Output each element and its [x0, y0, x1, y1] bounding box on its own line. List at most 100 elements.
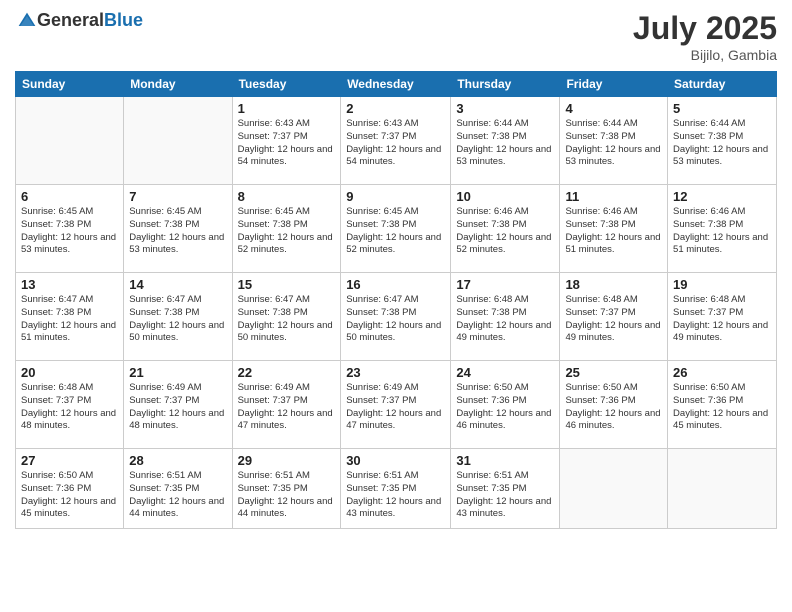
- table-row: 28Sunrise: 6:51 AM Sunset: 7:35 PM Dayli…: [124, 449, 232, 529]
- day-number: 30: [346, 453, 445, 468]
- table-row: 18 Sunrise: 6:48 AM Sunset: 7:37 PM Dayli…: [560, 273, 668, 361]
- table-row: 11 Sunrise: 6:46 AM Sunset: 7:38 PM Dayli…: [560, 185, 668, 273]
- col-thursday: Thursday: [451, 72, 560, 97]
- day-number: 3: [456, 101, 554, 116]
- day-number: 27: [21, 453, 118, 468]
- day-info: Sunrise: 6:46 AM Sunset: 7:38 PM Dayligh…: [565, 206, 662, 257]
- day-info: Sunrise: 6:45 AM Sunset: 7:38 PM Dayligh…: [21, 206, 118, 257]
- day-info: Sunrise: 6:51 AM Sunset: 7:35 PM Dayligh…: [456, 470, 554, 521]
- day-number: 20: [21, 365, 118, 380]
- day-info: Sunrise: 6:43 AM Sunset: 7:37 PM Dayligh…: [346, 118, 445, 169]
- day-number: 21: [129, 365, 226, 380]
- table-row: [668, 449, 777, 529]
- day-number: 1: [238, 101, 336, 116]
- day-info: Sunrise: 6:51 AM Sunset: 7:35 PM Dayligh…: [346, 470, 445, 521]
- table-row: 17 Sunrise: 6:48 AM Sunset: 7:38 PM Dayli…: [451, 273, 560, 361]
- logo-blue: Blue: [104, 10, 143, 31]
- day-number: 6: [21, 189, 118, 204]
- table-row: 8Sunrise: 6:45 AM Sunset: 7:38 PM Daylig…: [232, 185, 341, 273]
- logo: GeneralBlue: [15, 10, 143, 31]
- table-row: 23 Sunrise: 6:49 AM Sunset: 7:37 PM Dayli…: [341, 361, 451, 449]
- day-number: 25: [565, 365, 662, 380]
- day-number: 22: [238, 365, 336, 380]
- day-info: Sunrise: 6:45 AM Sunset: 7:38 PM Dayligh…: [129, 206, 226, 257]
- logo-icon: [17, 11, 37, 31]
- day-info: Sunrise: 6:48 AM Sunset: 7:38 PM Dayligh…: [456, 294, 554, 345]
- day-number: 26: [673, 365, 771, 380]
- day-info: Sunrise: 6:47 AM Sunset: 7:38 PM Dayligh…: [346, 294, 445, 345]
- day-info: Sunrise: 6:44 AM Sunset: 7:38 PM Dayligh…: [673, 118, 771, 169]
- day-info: Sunrise: 6:50 AM Sunset: 7:36 PM Dayligh…: [673, 382, 771, 433]
- day-info: Sunrise: 6:48 AM Sunset: 7:37 PM Dayligh…: [673, 294, 771, 345]
- table-row: 9 Sunrise: 6:45 AM Sunset: 7:38 PM Daylig…: [341, 185, 451, 273]
- day-number: 7: [129, 189, 226, 204]
- table-row: 26 Sunrise: 6:50 AM Sunset: 7:36 PM Dayli…: [668, 361, 777, 449]
- day-info: Sunrise: 6:44 AM Sunset: 7:38 PM Dayligh…: [456, 118, 554, 169]
- day-info: Sunrise: 6:47 AM Sunset: 7:38 PM Dayligh…: [129, 294, 226, 345]
- day-info: Sunrise: 6:48 AM Sunset: 7:37 PM Dayligh…: [21, 382, 118, 433]
- col-sunday: Sunday: [16, 72, 124, 97]
- table-row: 16Sunrise: 6:47 AM Sunset: 7:38 PM Dayli…: [341, 273, 451, 361]
- logo-general: General: [37, 10, 104, 31]
- day-number: 12: [673, 189, 771, 204]
- day-number: 13: [21, 277, 118, 292]
- day-info: Sunrise: 6:48 AM Sunset: 7:37 PM Dayligh…: [565, 294, 662, 345]
- col-tuesday: Tuesday: [232, 72, 341, 97]
- day-number: 15: [238, 277, 336, 292]
- day-info: Sunrise: 6:49 AM Sunset: 7:37 PM Dayligh…: [346, 382, 445, 433]
- day-info: Sunrise: 6:47 AM Sunset: 7:38 PM Dayligh…: [238, 294, 336, 345]
- table-row: 15 Sunrise: 6:47 AM Sunset: 7:38 PM Dayli…: [232, 273, 341, 361]
- day-number: 11: [565, 189, 662, 204]
- table-row: 30 Sunrise: 6:51 AM Sunset: 7:35 PM Dayli…: [341, 449, 451, 529]
- location: Bijilo, Gambia: [633, 47, 777, 63]
- day-info: Sunrise: 6:51 AM Sunset: 7:35 PM Dayligh…: [238, 470, 336, 521]
- table-row: 6 Sunrise: 6:45 AM Sunset: 7:38 PM Daylig…: [16, 185, 124, 273]
- day-number: 9: [346, 189, 445, 204]
- day-info: Sunrise: 6:46 AM Sunset: 7:38 PM Dayligh…: [673, 206, 771, 257]
- table-row: 20 Sunrise: 6:48 AM Sunset: 7:37 PM Dayli…: [16, 361, 124, 449]
- day-info: Sunrise: 6:49 AM Sunset: 7:37 PM Dayligh…: [129, 382, 226, 433]
- table-row: 31 Sunrise: 6:51 AM Sunset: 7:35 PM Dayli…: [451, 449, 560, 529]
- day-info: Sunrise: 6:50 AM Sunset: 7:36 PM Dayligh…: [21, 470, 118, 521]
- table-row: 24 Sunrise: 6:50 AM Sunset: 7:36 PM Dayli…: [451, 361, 560, 449]
- day-info: Sunrise: 6:50 AM Sunset: 7:36 PM Dayligh…: [565, 382, 662, 433]
- day-number: 31: [456, 453, 554, 468]
- calendar-header-row: Sunday Monday Tuesday Wednesday Thursday…: [16, 72, 777, 97]
- title-block: July 2025 Bijilo, Gambia: [633, 10, 777, 63]
- day-info: Sunrise: 6:46 AM Sunset: 7:38 PM Dayligh…: [456, 206, 554, 257]
- day-number: 19: [673, 277, 771, 292]
- col-monday: Monday: [124, 72, 232, 97]
- day-info: Sunrise: 6:50 AM Sunset: 7:36 PM Dayligh…: [456, 382, 554, 433]
- calendar-table: Sunday Monday Tuesday Wednesday Thursday…: [15, 71, 777, 529]
- table-row: 21 Sunrise: 6:49 AM Sunset: 7:37 PM Dayli…: [124, 361, 232, 449]
- day-number: 23: [346, 365, 445, 380]
- calendar-week-4: 20 Sunrise: 6:48 AM Sunset: 7:37 PM Dayli…: [16, 361, 777, 449]
- table-row: 29 Sunrise: 6:51 AM Sunset: 7:35 PM Dayli…: [232, 449, 341, 529]
- table-row: 4Sunrise: 6:44 AM Sunset: 7:38 PM Daylig…: [560, 97, 668, 185]
- day-number: 29: [238, 453, 336, 468]
- day-info: Sunrise: 6:43 AM Sunset: 7:37 PM Dayligh…: [238, 118, 336, 169]
- day-info: Sunrise: 6:51 AM Sunset: 7:35 PM Dayligh…: [129, 470, 226, 521]
- table-row: 25 Sunrise: 6:50 AM Sunset: 7:36 PM Dayli…: [560, 361, 668, 449]
- table-row: 10Sunrise: 6:46 AM Sunset: 7:38 PM Dayli…: [451, 185, 560, 273]
- col-friday: Friday: [560, 72, 668, 97]
- page: GeneralBlue July 2025 Bijilo, Gambia Sun…: [0, 0, 792, 612]
- calendar-week-2: 6 Sunrise: 6:45 AM Sunset: 7:38 PM Daylig…: [16, 185, 777, 273]
- calendar-week-5: 27 Sunrise: 6:50 AM Sunset: 7:36 PM Dayli…: [16, 449, 777, 529]
- day-number: 5: [673, 101, 771, 116]
- col-wednesday: Wednesday: [341, 72, 451, 97]
- day-info: Sunrise: 6:45 AM Sunset: 7:38 PM Dayligh…: [238, 206, 336, 257]
- day-number: 18: [565, 277, 662, 292]
- table-row: 1 Sunrise: 6:43 AM Sunset: 7:37 PM Daylig…: [232, 97, 341, 185]
- calendar-week-1: 1 Sunrise: 6:43 AM Sunset: 7:37 PM Daylig…: [16, 97, 777, 185]
- day-number: 17: [456, 277, 554, 292]
- col-saturday: Saturday: [668, 72, 777, 97]
- day-info: Sunrise: 6:49 AM Sunset: 7:37 PM Dayligh…: [238, 382, 336, 433]
- day-number: 2: [346, 101, 445, 116]
- day-number: 4: [565, 101, 662, 116]
- table-row: 13Sunrise: 6:47 AM Sunset: 7:38 PM Dayli…: [16, 273, 124, 361]
- day-info: Sunrise: 6:45 AM Sunset: 7:38 PM Dayligh…: [346, 206, 445, 257]
- table-row: 19 Sunrise: 6:48 AM Sunset: 7:37 PM Dayli…: [668, 273, 777, 361]
- day-number: 24: [456, 365, 554, 380]
- table-row: [124, 97, 232, 185]
